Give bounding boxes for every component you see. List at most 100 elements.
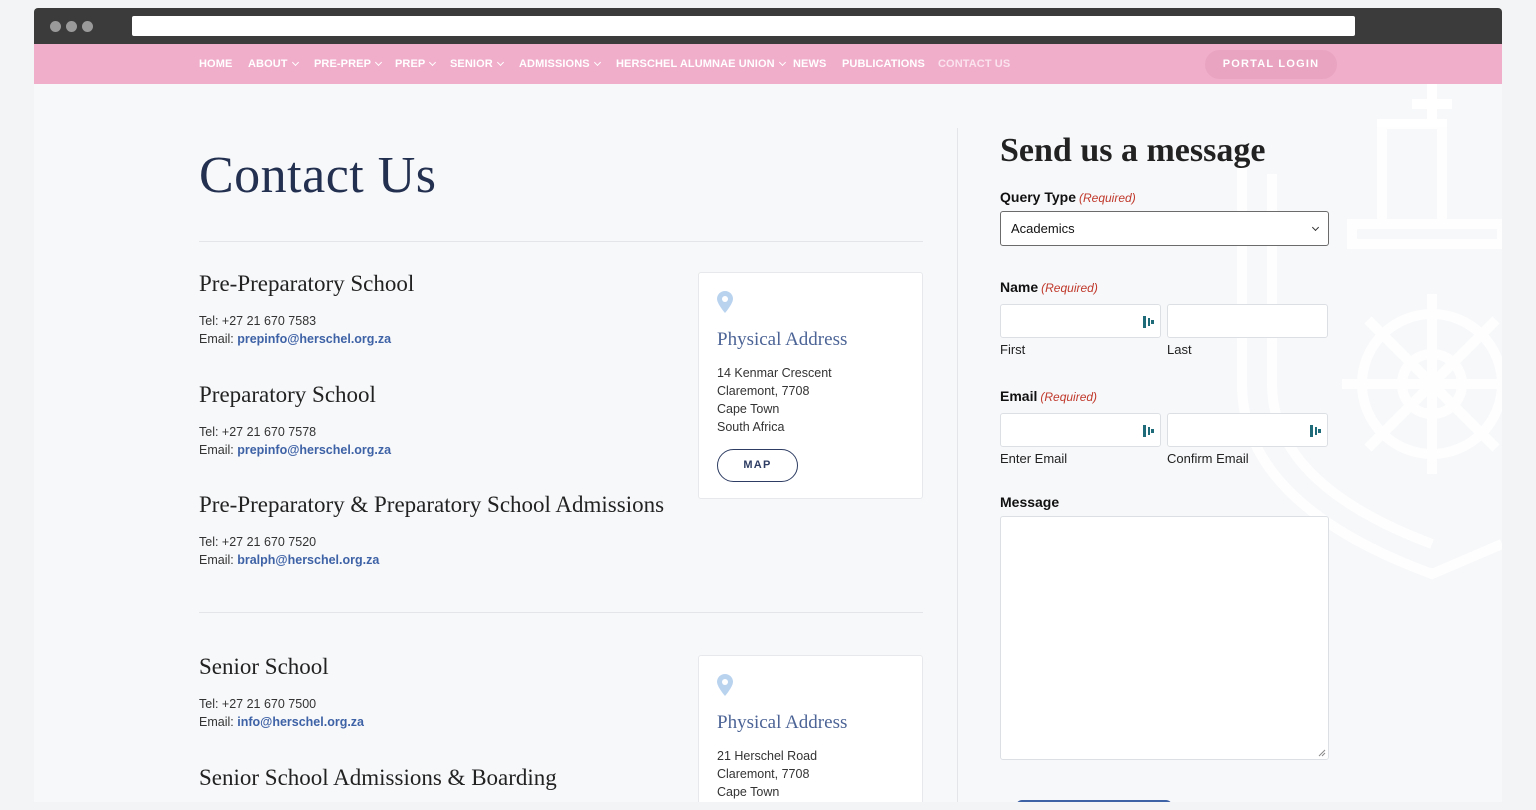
school-heading-pre-prep: Pre-Preparatory School [199,271,415,296]
chevron-down-icon [291,58,299,67]
window-minimize-dot[interactable] [66,21,77,32]
address-line: Claremont, 7708 [717,384,810,398]
query-type-label: Query Type (Required) [1000,189,1136,205]
submit-button[interactable] [1016,800,1172,802]
email-link[interactable]: prepinfo@herschel.org.za [237,332,391,346]
nav-item-admissions[interactable]: ADMISSIONS [519,44,601,84]
school-heading-senior-admissions: Senior School Admissions & Boarding [199,765,557,790]
school-tel: Tel: +27 21 670 7520 [199,535,317,549]
map-pin-icon [717,291,733,313]
email-link[interactable]: info@herschel.org.za [237,715,364,729]
email-link[interactable]: prepinfo@herschel.org.za [237,443,391,457]
required-indicator: (Required) [1040,390,1098,404]
label-text: Query Type [1000,189,1076,205]
chevron-down-icon [375,58,383,67]
nav-item-pre-prep[interactable]: PRE-PREP [314,44,383,84]
email-prefix: Email: [199,715,234,729]
column-divider [957,128,958,802]
section-divider [199,241,923,242]
address-line: Cape Town [717,785,780,799]
first-name-input[interactable] [1000,304,1161,338]
address-line: South Africa [717,420,785,434]
address-line: 14 Kenmar Crescent [717,366,832,380]
label-text: Message [1000,494,1060,510]
nav-item-contact-us[interactable]: CONTACT US [938,44,1010,84]
portal-login-button[interactable]: PORTAL LOGIN [1205,50,1337,79]
nav-item-label: ABOUT [248,58,288,70]
school-tel: Tel: +27 21 670 7578 [199,425,317,439]
confirm-email-sublabel: Confirm Email [1167,451,1249,466]
address-title: Physical Address [717,329,848,350]
school-tel: Tel: +27 21 670 7500 [199,697,317,711]
name-label: Name (Required) [1000,279,1098,295]
resize-handle-icon[interactable] [1318,749,1326,757]
school-email-line: Email: prepinfo@herschel.org.za [199,332,391,346]
nav-item-senior[interactable]: SENIOR [450,44,504,84]
email-prefix: Email: [199,332,234,346]
chevron-down-icon [593,58,601,67]
last-name-sublabel: Last [1167,342,1192,357]
address-line: Claremont, 7708 [717,767,810,781]
address-line: Cape Town [717,402,780,416]
nav-item-about[interactable]: ABOUT [248,44,299,84]
nav-item-label: ADMISSIONS [519,58,590,70]
map-pin-icon [717,674,733,696]
school-email-line: Email: bralph@herschel.org.za [199,553,379,567]
nav-item-prep[interactable]: PREP [395,44,437,84]
nav-item-publications[interactable]: PUBLICATIONS [842,44,925,84]
page-title: Contact Us [199,147,437,204]
last-name-input[interactable] [1167,304,1328,338]
label-text: Email [1000,388,1038,404]
address-title: Physical Address [717,712,848,733]
chevron-down-icon [429,58,437,67]
school-email-line: Email: info@herschel.org.za [199,715,364,729]
nav-item-label: PREP [395,58,426,70]
email-input[interactable] [1000,413,1161,447]
required-indicator: (Required) [1079,191,1136,205]
nav-item-label: NEWS [793,58,827,70]
nav-item-label: PRE-PREP [314,58,372,70]
window-close-dot[interactable] [50,21,61,32]
enter-email-sublabel: Enter Email [1000,451,1068,466]
message-label: Message [1000,494,1059,510]
address-bar[interactable] [132,16,1355,36]
address-card: Physical Address 14 Kenmar Crescent Clar… [698,272,923,499]
school-email-line: Email: prepinfo@herschel.org.za [199,443,391,457]
address-line: 21 Herschel Road [717,749,818,763]
nav-item-alumnae-union[interactable]: HERSCHEL ALUMNAE UNION [616,44,786,84]
form-title: Send us a message [1000,132,1266,169]
nav-item-label: CONTACT US [938,58,1011,70]
select-value: Academics [1011,221,1075,236]
nav-item-home[interactable]: HOME [199,44,232,84]
window-maximize-dot[interactable] [82,21,93,32]
school-heading-admissions: Pre-Preparatory & Preparatory School Adm… [199,492,665,517]
address-card: Physical Address 21 Herschel Road Clarem… [698,655,923,802]
password-manager-icon[interactable] [1143,425,1154,437]
email-link[interactable]: bralph@herschel.org.za [237,553,379,567]
school-heading-senior: Senior School [199,654,329,679]
nav-item-news[interactable]: NEWS [793,44,826,84]
query-type-select[interactable]: Academics [1000,211,1329,246]
section-divider [199,612,923,613]
email-prefix: Email: [199,443,234,457]
message-textarea[interactable] [1000,516,1329,760]
password-manager-icon[interactable] [1310,425,1321,437]
browser-toolbar [34,8,1502,44]
school-heading-prep: Preparatory School [199,382,376,407]
chevron-down-icon [778,58,786,67]
school-tel: Tel: +27 21 670 7583 [199,314,317,328]
first-name-sublabel: First [1000,342,1026,357]
nav-item-label: SENIOR [450,58,493,70]
required-indicator: (Required) [1041,281,1098,295]
browser-window: HOME ABOUT PRE-PREP PREP SENIOR ADMISSIO… [34,8,1502,802]
nav-item-label: HOME [199,58,233,70]
password-manager-icon[interactable] [1143,316,1154,328]
map-button[interactable]: MAP [717,449,798,482]
confirm-email-input[interactable] [1167,413,1328,447]
email-prefix: Email: [199,553,234,567]
email-label: Email (Required) [1000,388,1097,404]
chevron-down-icon [1311,223,1320,232]
nav-item-label: PUBLICATIONS [842,58,925,70]
nav-item-label: HERSCHEL ALUMNAE UNION [616,58,775,70]
label-text: Name [1000,279,1039,295]
